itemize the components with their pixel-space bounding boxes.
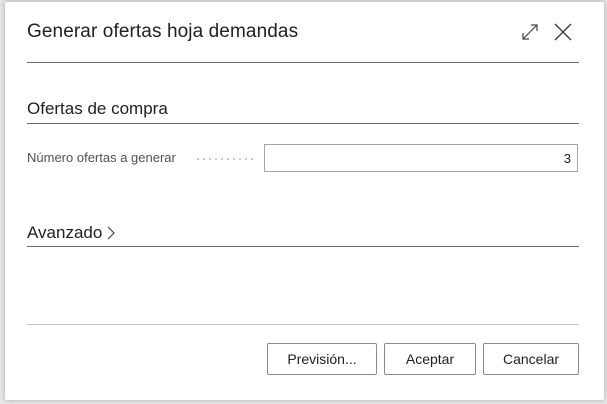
quote-count-input[interactable] bbox=[264, 144, 578, 172]
section-toggle-advanced[interactable]: Avanzado bbox=[27, 223, 116, 243]
title-divider bbox=[27, 62, 579, 63]
expand-icon[interactable] bbox=[520, 22, 540, 42]
section-divider bbox=[27, 123, 579, 124]
section-title-advanced: Avanzado bbox=[27, 223, 103, 242]
quote-count-label: Número ofertas a generar bbox=[27, 150, 176, 165]
accept-button[interactable]: Aceptar bbox=[384, 343, 476, 375]
label-leader-dots bbox=[195, 158, 257, 160]
preview-button[interactable]: Previsión... bbox=[267, 343, 377, 375]
generate-quotes-dialog: Generar ofertas hoja demandas Ofertas de… bbox=[5, 2, 604, 400]
dialog-title: Generar ofertas hoja demandas bbox=[27, 21, 299, 42]
chevron-right-icon bbox=[107, 226, 116, 240]
cancel-button[interactable]: Cancelar bbox=[483, 343, 579, 375]
close-icon[interactable] bbox=[552, 21, 574, 43]
section-title-purchase-quotes: Ofertas de compra bbox=[27, 99, 168, 118]
section-divider bbox=[27, 246, 579, 247]
footer-divider bbox=[27, 324, 579, 325]
